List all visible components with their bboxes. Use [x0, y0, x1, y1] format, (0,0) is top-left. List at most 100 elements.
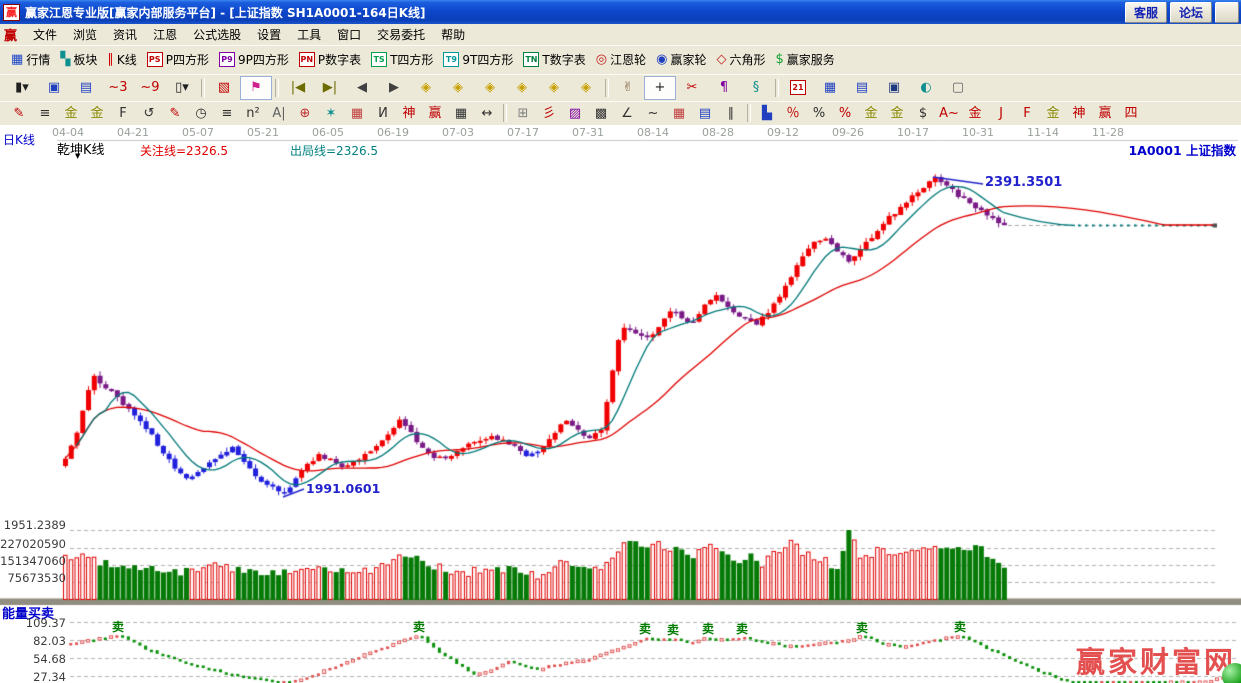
expand-horizontal-button[interactable]: ◈ [474, 76, 506, 100]
spiral-button[interactable]: ↺ [136, 103, 162, 124]
trend-pencil-button[interactable]: ∠ [614, 103, 640, 124]
menu-帮助[interactable]: 帮助 [433, 25, 473, 44]
prev-page-button[interactable]: ◀ [346, 76, 378, 100]
trend-pattern-button[interactable]: ▧ [208, 76, 240, 100]
money-tool-button[interactable]: $ [910, 103, 936, 124]
first-page-button[interactable]: |◀ [282, 76, 314, 100]
floating-service-button[interactable] [1222, 663, 1241, 683]
next-page-button[interactable]: ▶ [378, 76, 410, 100]
crosshair-button[interactable]: + [644, 75, 676, 100]
chart-9-button[interactable]: ~9 [134, 76, 166, 100]
angle-line-tool-button[interactable]: ✎ [6, 103, 32, 124]
zoom-out-all-button[interactable]: ◈ [538, 76, 570, 100]
winner-service-button[interactable]: $ 赢家服务 [770, 48, 839, 72]
fibonacci-button[interactable]: F [110, 103, 136, 124]
percent-line-button[interactable]: ％ [780, 103, 806, 124]
menu-工具[interactable]: 工具 [289, 25, 329, 44]
winner-tool-button[interactable]: 赢 [422, 103, 448, 124]
zoom-in-all-button[interactable]: ◈ [570, 76, 602, 100]
four-angle-button[interactable]: 四 [1118, 103, 1144, 124]
titlebar-button-论坛[interactable]: 论坛 [1169, 2, 1212, 23]
chart-3-button[interactable]: ~3 [102, 76, 134, 100]
calendar-button[interactable]: 21 [782, 76, 814, 100]
pattern-window-button[interactable]: ▣ [38, 76, 70, 100]
hexagon-button[interactable]: ◇ 六角形 [711, 48, 770, 72]
gold-ratio-2-button[interactable]: 金 [84, 103, 110, 124]
winner-wheel-button[interactable]: ◉ 赢家轮 [651, 48, 711, 72]
menu-设置[interactable]: 设置 [249, 25, 289, 44]
time-cycle-button[interactable]: ◷ [188, 103, 214, 124]
wave-mark-button[interactable]: И [370, 103, 396, 124]
volume-profile-button[interactable]: ▙ [754, 103, 780, 124]
scroll-left-button[interactable]: ◈ [410, 76, 442, 100]
percent-button[interactable]: % [806, 103, 832, 124]
number-grid-button[interactable]: ▦ [448, 103, 474, 124]
p-number-table-button[interactable]: PN P数字表 [294, 48, 366, 72]
menu-江恩[interactable]: 江恩 [145, 25, 185, 44]
grid-red-button[interactable]: ▦ [666, 103, 692, 124]
color-flag-button[interactable]: ⚑ [240, 75, 272, 100]
percent-levels-button[interactable]: % [832, 103, 858, 124]
shade-box-2-button[interactable]: ▩ [588, 103, 614, 124]
pan-hand-button[interactable]: ✌ [612, 76, 644, 100]
gann-tool-teal-button[interactable]: § [740, 76, 772, 100]
sectors-button[interactable]: ▚ 板块 [55, 48, 102, 72]
candle-small-dropdown-button[interactable]: ▯▾ [166, 76, 198, 100]
kline-type-dropdown[interactable]: 乾坤K线 ▼ [57, 139, 105, 160]
scroll-right-button[interactable]: ◈ [442, 76, 474, 100]
gold-ratio-1-button[interactable]: 金 [58, 103, 84, 124]
menu-公式选股[interactable]: 公式选股 [185, 25, 249, 44]
span-measure-button[interactable]: ↔ [474, 103, 500, 124]
titlebar-button-extra[interactable] [1215, 2, 1239, 23]
world-clock-button[interactable]: ◐ [910, 76, 942, 100]
j-angle-button[interactable]: J [988, 103, 1014, 124]
kline-button[interactable]: ∥ K线 [102, 48, 141, 72]
time-ruler-button[interactable]: ≡ [214, 103, 240, 124]
menu-窗口[interactable]: 窗口 [329, 25, 369, 44]
magic-tool-button[interactable]: 神 [396, 103, 422, 124]
marker-pen-button[interactable]: ✎ [162, 103, 188, 124]
gann-wheel-button[interactable]: ◎ 江恩轮 [591, 48, 651, 72]
starburst-button[interactable]: ✶ [318, 103, 344, 124]
ruler-ticks-button[interactable]: ≡ [32, 103, 58, 124]
menu-交易委托[interactable]: 交易委托 [369, 25, 433, 44]
angle-a-button[interactable]: A| [266, 103, 292, 124]
circle-cross-button[interactable]: ⊕ [292, 103, 318, 124]
calculator-button[interactable]: ▦ [814, 76, 846, 100]
kline-style-dropdown-button[interactable]: ▮▾ [6, 76, 38, 100]
save-button[interactable]: ▣ [878, 76, 910, 100]
9t-square-button[interactable]: T9 9T四方形 [438, 48, 518, 72]
zigzag-button[interactable]: ~ [640, 103, 666, 124]
angle-measure-button[interactable]: ✂ [676, 76, 708, 100]
titlebar-button-客服[interactable]: 客服 [1124, 2, 1167, 23]
last-page-button[interactable]: ▶| [314, 76, 346, 100]
gold-angle-button[interactable]: 金 [1040, 103, 1066, 124]
t-square-button[interactable]: TS T四方形 [366, 48, 438, 72]
chart-canvas[interactable] [0, 125, 1241, 683]
f-angle-button[interactable]: F [1014, 103, 1040, 124]
gold-levels-button[interactable]: 金 [884, 103, 910, 124]
gann-tool-purple-button[interactable]: ¶ [708, 76, 740, 100]
menu-浏览[interactable]: 浏览 [65, 25, 105, 44]
menu-资讯[interactable]: 资讯 [105, 25, 145, 44]
wave-a-button[interactable]: A~ [936, 103, 962, 124]
t-number-table-button[interactable]: TN T数字表 [518, 48, 590, 72]
parallel-lines-button[interactable]: ∥ [718, 103, 744, 124]
speed-lines-button[interactable]: 彡 [536, 103, 562, 124]
menu-文件[interactable]: 文件 [25, 25, 65, 44]
shade-box-1-button[interactable]: ▨ [562, 103, 588, 124]
n-square-button[interactable]: n² [240, 103, 266, 124]
box-select-button[interactable]: ⊞ [510, 103, 536, 124]
gann-grid-button[interactable]: ▦ [344, 103, 370, 124]
p-square-button[interactable]: PS P四方形 [142, 48, 214, 72]
magic-angle-button[interactable]: 神 [1066, 103, 1092, 124]
winner-angle-button[interactable]: 赢 [1092, 103, 1118, 124]
gold-circle-button[interactable]: 金 [858, 103, 884, 124]
grid-blue-button[interactable]: ▤ [692, 103, 718, 124]
9p-square-button[interactable]: P9 9P四方形 [214, 48, 294, 72]
remote-service-button[interactable]: ▢ [942, 76, 974, 100]
quotes-button[interactable]: ▦ 行情 [6, 48, 55, 72]
notes-button[interactable]: ▤ [846, 76, 878, 100]
info-panel-button[interactable]: ▤ [70, 76, 102, 100]
gold-line-button[interactable]: 金 [962, 103, 988, 124]
